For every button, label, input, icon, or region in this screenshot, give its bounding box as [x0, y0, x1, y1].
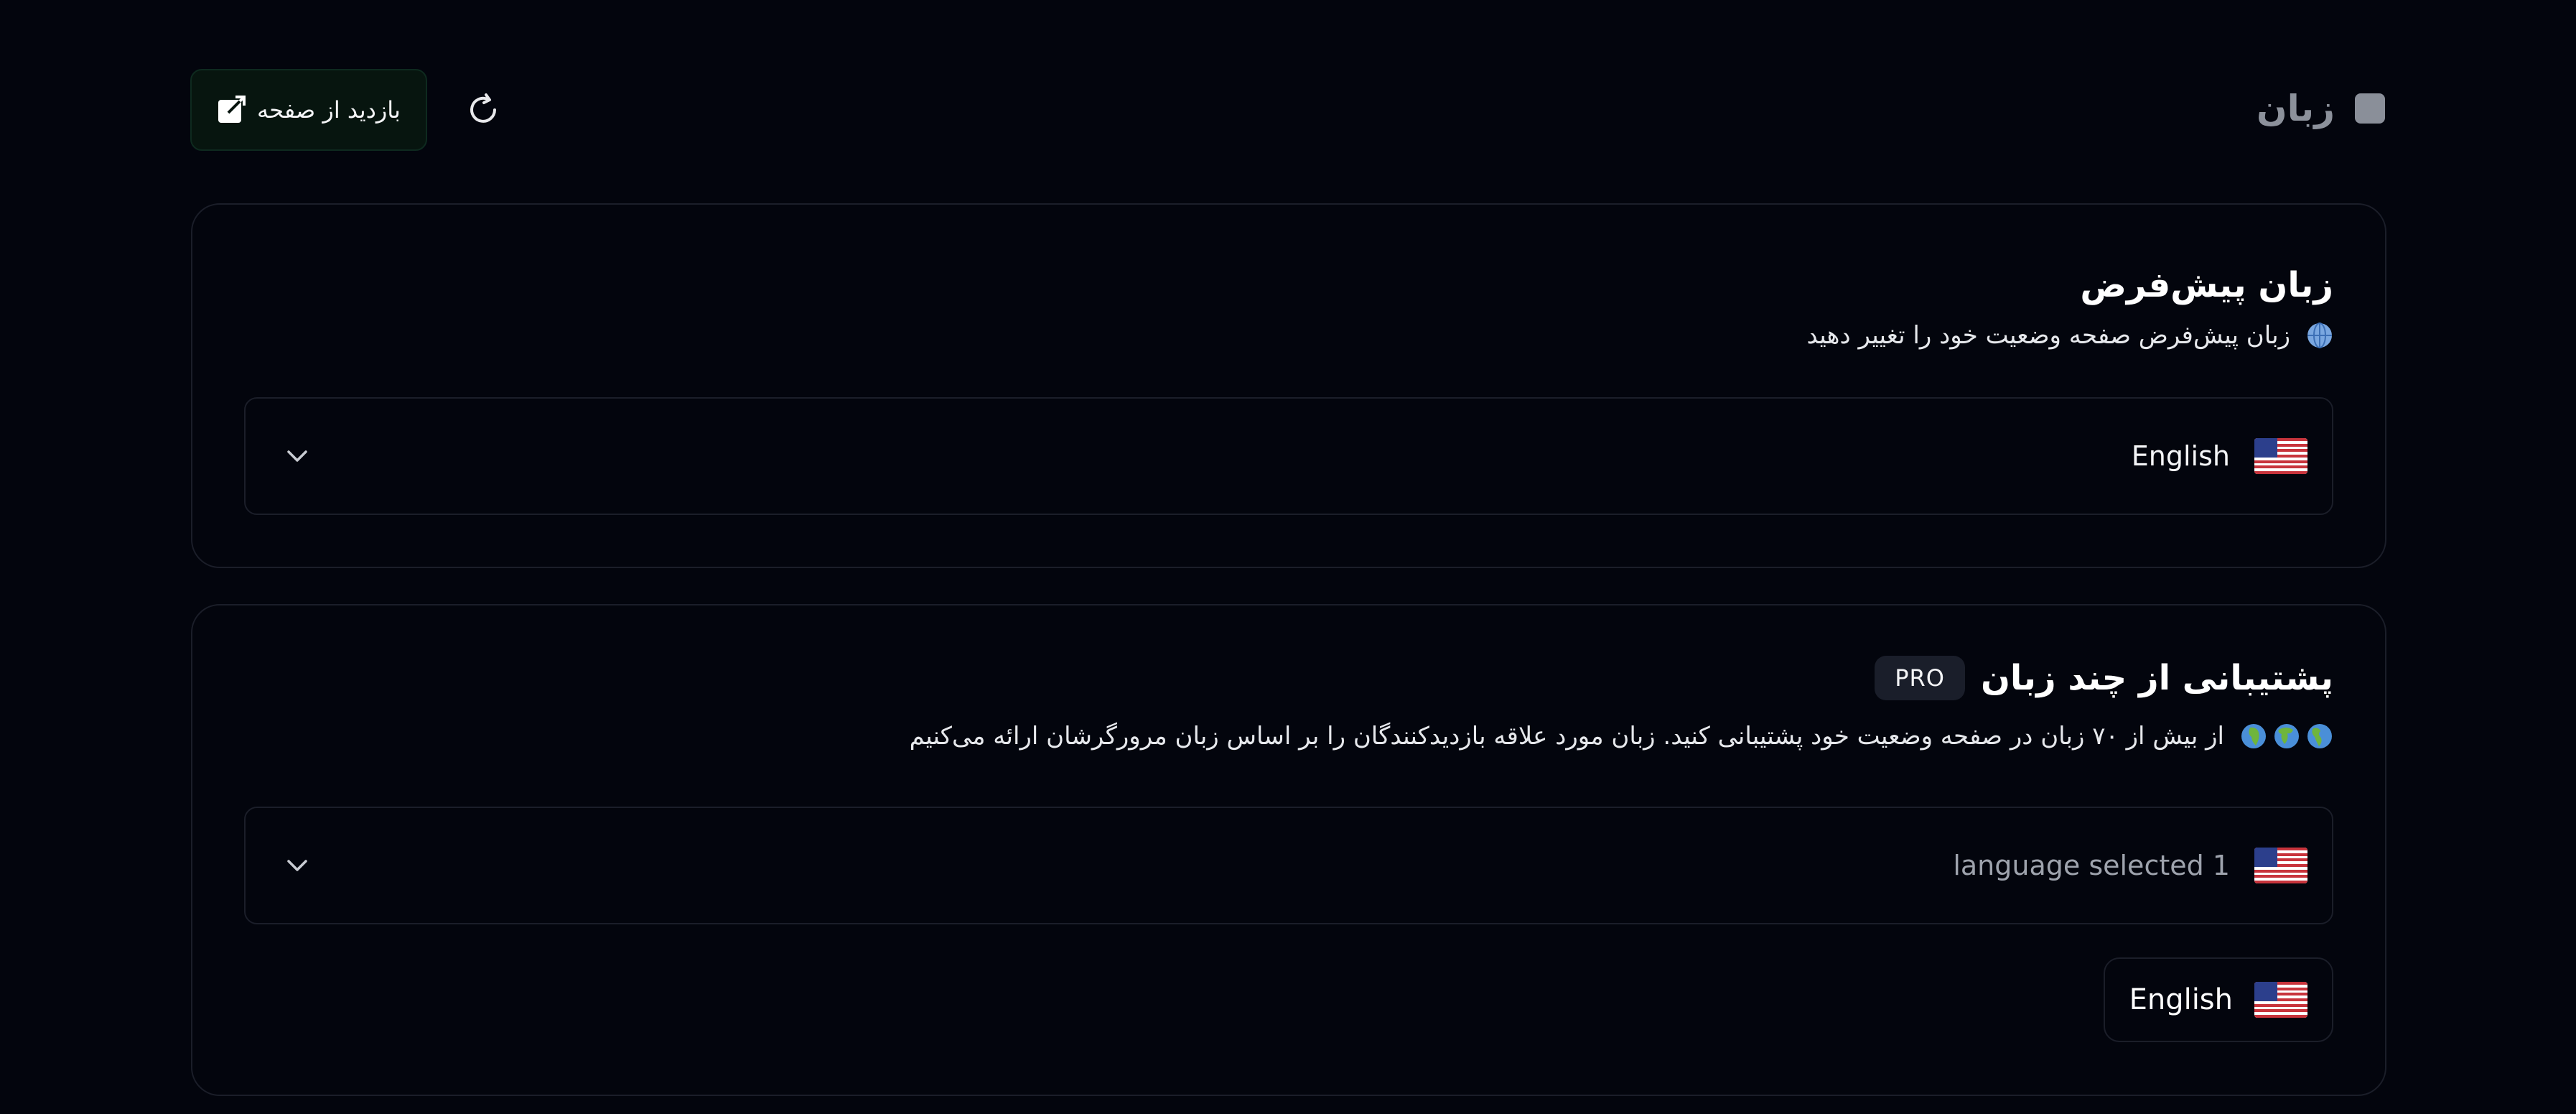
visit-page-button[interactable]: بازدید از صفحه: [190, 69, 427, 151]
multi-language-title: پشتیبانی از چند زبان: [1980, 658, 2333, 698]
page-title: زبان: [2256, 88, 2335, 129]
multi-language-select[interactable]: language selected 1: [244, 807, 2333, 924]
default-language-title: زبان پیش‌فرض: [2080, 265, 2333, 305]
multi-language-heading: پشتیبانی از چند زبان PRO: [1875, 656, 2333, 700]
multi-language-description-text: از بیش از ۷۰ زبان در صفحه وضعیت خود پشتی…: [909, 722, 2224, 751]
default-language-card: زبان پیش‌فرض زبان پیش‌فرض صفحه وضعیت خود…: [191, 203, 2386, 568]
pro-badge: PRO: [1875, 656, 1965, 700]
multi-language-description: از بیش از ۷۰ زبان در صفحه وضعیت خود پشتی…: [910, 722, 2333, 751]
page-header: زبان: [2257, 88, 2385, 129]
default-language-description-text: زبان پیش‌فرض صفحه وضعیت خود را تغییر دهی…: [1806, 321, 2290, 350]
language-settings-page: زبان بازدید از صفحه زبان پیش‌فرض زبان پی…: [0, 0, 2576, 1114]
chevron-down-icon: [287, 450, 307, 462]
selected-language-chip-label: English: [2129, 983, 2233, 1016]
us-flag-icon: [2254, 982, 2307, 1018]
refresh-icon: [470, 93, 496, 123]
globe-americas-icon: [2307, 724, 2332, 748]
language-icon: [2355, 93, 2385, 124]
us-flag-icon: [2254, 848, 2307, 883]
refresh-button[interactable]: [463, 86, 503, 134]
default-language-heading: زبان پیش‌فرض: [2080, 265, 2333, 305]
globe-europe-icon: [2274, 724, 2299, 748]
default-language-label: English: [2131, 440, 2230, 472]
globe-africa-icon: [2241, 724, 2266, 748]
multi-language-select-value: language selected 1: [1953, 848, 2307, 883]
selected-language-chip[interactable]: English: [2103, 957, 2333, 1042]
globe-icons: [2240, 723, 2333, 750]
us-flag-icon: [2254, 438, 2307, 474]
default-language-select[interactable]: English: [244, 397, 2333, 515]
visit-page-label: بازدید از صفحه: [257, 96, 401, 124]
chevron-down-icon: [287, 860, 307, 871]
default-language-description: زبان پیش‌فرض صفحه وضعیت خود را تغییر دهی…: [1806, 321, 2333, 350]
multi-language-summary: language selected 1: [1953, 850, 2230, 881]
external-link-icon: [217, 96, 246, 124]
globe-meridians-icon: [2307, 322, 2332, 348]
multi-language-card: پشتیبانی از چند زبان PRO از بیش از ۷۰ زب…: [191, 604, 2386, 1096]
default-language-value: English: [2132, 438, 2307, 474]
